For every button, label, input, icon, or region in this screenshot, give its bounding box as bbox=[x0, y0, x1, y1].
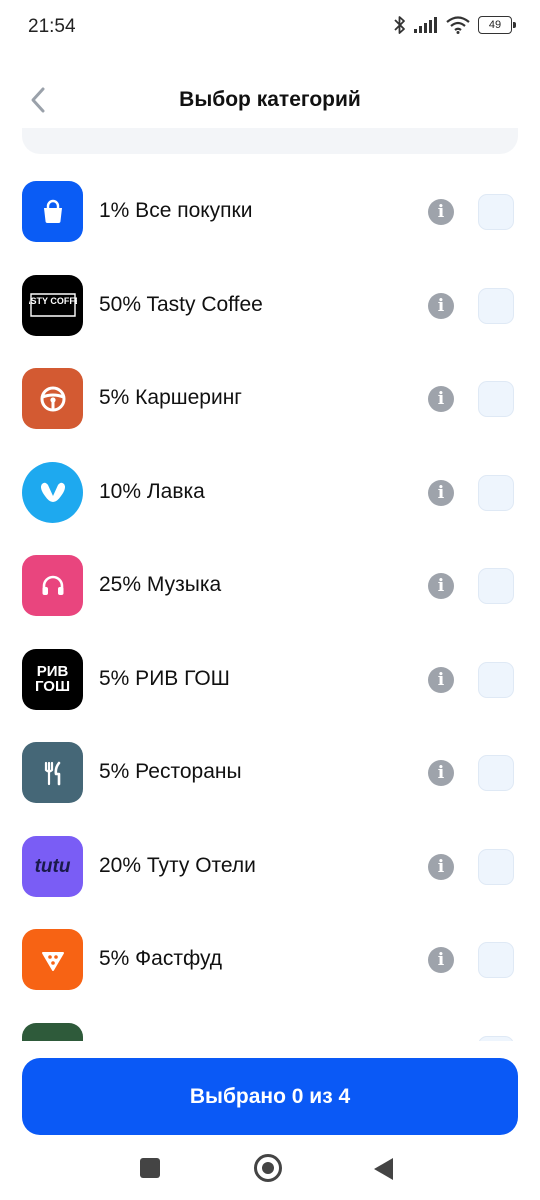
list-item[interactable]: 5% Фастфуд i bbox=[0, 911, 540, 1005]
battery-level: 49 bbox=[488, 19, 502, 31]
info-icon[interactable]: i bbox=[428, 760, 454, 786]
list-item[interactable]: 1% Все покупки i bbox=[0, 163, 540, 257]
checkbox[interactable] bbox=[478, 474, 514, 511]
checkbox[interactable] bbox=[478, 287, 514, 324]
item-label: 1% Все покупки bbox=[99, 199, 253, 222]
riv-gosh-logo-text: РИВ ГОШ bbox=[34, 663, 71, 695]
pizza-icon bbox=[22, 929, 83, 990]
wifi-icon bbox=[446, 16, 470, 34]
list-item[interactable]: 25% Музыка i bbox=[0, 537, 540, 631]
info-icon[interactable]: i bbox=[428, 853, 454, 880]
item-label: 20% Туту Отели bbox=[99, 853, 256, 877]
fork-knife-icon bbox=[22, 742, 83, 803]
status-bar: 21:54 49 bbox=[0, 0, 540, 54]
item-label: 10% Лавка bbox=[99, 479, 205, 503]
info-icon[interactable]: i bbox=[428, 947, 454, 973]
list-item[interactable]: 10% Лавка i bbox=[0, 444, 540, 538]
info-icon[interactable]: i bbox=[428, 199, 454, 225]
tasty-coffee-logo: TASTY COFFEE bbox=[22, 274, 83, 336]
home-icon[interactable] bbox=[254, 1154, 282, 1182]
signal-icon bbox=[414, 17, 437, 33]
steering-wheel-icon bbox=[22, 368, 83, 429]
list-item[interactable]: tutu 20% Туту Отели i bbox=[0, 818, 540, 912]
list-item[interactable]: 5% Каршеринг i bbox=[0, 350, 540, 444]
checkbox[interactable] bbox=[478, 568, 514, 604]
info-icon[interactable]: i bbox=[428, 1040, 454, 1041]
battery-icon: 49 bbox=[478, 16, 516, 34]
partial-logo bbox=[22, 1022, 83, 1041]
list-item[interactable]: TASTY COFFEE 50% Tasty Coffee i bbox=[0, 257, 540, 351]
list-item[interactable]: i bbox=[0, 1005, 540, 1041]
info-icon[interactable]: i bbox=[428, 573, 454, 599]
bluetooth-icon bbox=[394, 16, 405, 34]
headphones-icon bbox=[22, 555, 83, 616]
info-icon[interactable]: i bbox=[428, 479, 454, 506]
tutu-logo-text: tutu bbox=[34, 855, 71, 877]
checkbox[interactable] bbox=[478, 1035, 514, 1041]
checkbox[interactable] bbox=[478, 661, 514, 698]
riv-gosh-logo: РИВ ГОШ bbox=[22, 648, 83, 710]
recents-icon[interactable] bbox=[140, 1158, 160, 1178]
item-label: 5% Рестораны bbox=[99, 760, 242, 783]
item-label: 5% РИВ ГОШ bbox=[99, 666, 230, 690]
page-title: Выбор категорий bbox=[179, 88, 361, 111]
selected-count-button[interactable]: Выбрано 0 из 4 bbox=[22, 1058, 518, 1135]
list-item[interactable]: РИВ ГОШ 5% РИВ ГОШ i bbox=[0, 631, 540, 725]
tasty-logo-text: TASTY COFFEE bbox=[29, 296, 77, 306]
tutu-logo: tutu bbox=[22, 835, 83, 897]
checkbox[interactable] bbox=[478, 755, 514, 791]
checkbox[interactable] bbox=[478, 848, 514, 885]
shopping-bag-icon bbox=[22, 181, 83, 242]
header: Выбор категорий bbox=[0, 70, 540, 132]
info-icon[interactable]: i bbox=[428, 666, 454, 693]
category-list[interactable]: 1% Все покупки i TASTY COFFEE 50% Tasty … bbox=[0, 163, 540, 1041]
navigation-bar bbox=[0, 1145, 540, 1200]
info-icon[interactable]: i bbox=[428, 386, 454, 412]
info-icon[interactable]: i bbox=[428, 292, 454, 319]
checkbox[interactable] bbox=[478, 942, 514, 978]
lavka-logo bbox=[22, 461, 83, 523]
status-time: 21:54 bbox=[28, 16, 76, 37]
item-label: 25% Музыка bbox=[99, 573, 222, 596]
checkbox[interactable] bbox=[478, 381, 514, 417]
checkbox[interactable] bbox=[478, 194, 514, 230]
back-icon[interactable] bbox=[374, 1158, 393, 1180]
item-label: 5% Каршеринг bbox=[99, 386, 242, 409]
search-field-edge[interactable] bbox=[22, 128, 518, 154]
item-label: 5% Фастфуд bbox=[99, 947, 223, 970]
status-icons: 49 bbox=[394, 15, 516, 35]
list-item[interactable]: 5% Рестораны i bbox=[0, 724, 540, 818]
item-label: 50% Tasty Coffee bbox=[99, 292, 263, 316]
